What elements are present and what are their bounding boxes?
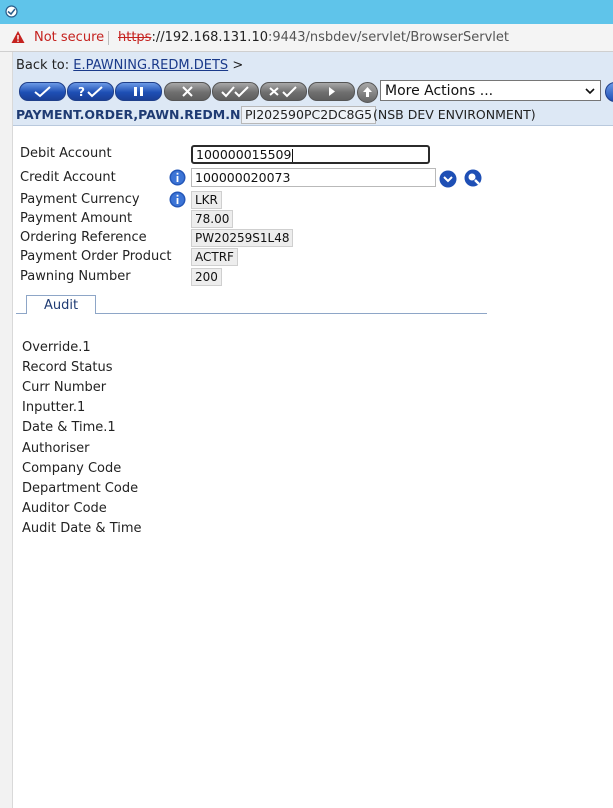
- back-to-arrow: >: [232, 58, 244, 73]
- more-actions-value: More Actions ...: [385, 83, 494, 99]
- not-secure-label[interactable]: Not secure: [34, 24, 104, 51]
- payment-order-product-label: Payment Order Product: [20, 249, 172, 264]
- audit-field-label: Auditor Code: [22, 501, 107, 516]
- audit-field-label: Department Code: [22, 481, 139, 496]
- audit-field-label: Curr Number: [22, 380, 107, 395]
- audit-field-label: Record Status: [22, 360, 113, 375]
- audit-field-label: Authoriser: [22, 441, 90, 456]
- tab-audit[interactable]: Audit: [26, 295, 96, 314]
- audit-field-label: Date & Time.1: [22, 420, 116, 435]
- address-bar[interactable]: Not secure https://192.168.131.10:9443/n…: [0, 24, 613, 52]
- dropdown-chevron-icon[interactable]: [439, 170, 457, 188]
- toolbar-area: Back to: E.PAWNING.REDM.DETS > ? More Ac…: [13, 52, 613, 126]
- delete-cross-icon: [182, 86, 193, 97]
- commit-button[interactable]: [19, 82, 66, 101]
- credit-account-value: 100000020073: [195, 170, 291, 185]
- credit-account-input[interactable]: 100000020073: [191, 168, 436, 187]
- chevron-down-icon: [585, 88, 595, 95]
- window-title-bar: [0, 0, 613, 24]
- ordering-reference-value: PW20259S1L48: [191, 229, 294, 247]
- reverse-cross-tick-icon: [269, 86, 297, 98]
- delete-button[interactable]: [164, 82, 211, 101]
- back-to-link[interactable]: E.PAWNING.REDM.DETS: [73, 58, 228, 73]
- url-text[interactable]: https://192.168.131.10:9443/nsbdev/servl…: [118, 24, 509, 51]
- more-actions-select[interactable]: More Actions ...: [380, 80, 601, 101]
- pawning-number-value: 200: [191, 268, 222, 286]
- payment-currency-value: LKR: [191, 191, 222, 209]
- application-name: PAYMENT.ORDER,PAWN.REDM.NSB: [16, 107, 259, 122]
- payment-amount-label: Payment Amount: [20, 211, 133, 226]
- debit-account-input[interactable]: 100000015509: [191, 145, 430, 164]
- authorise-double-tick-icon: [221, 86, 249, 98]
- payment-currency-label: Payment Currency: [20, 192, 140, 207]
- payment-order-product-value: ACTRF: [191, 248, 238, 266]
- audit-field-label: Override.1: [22, 340, 91, 355]
- search-magnifier-icon[interactable]: [461, 169, 485, 187]
- debit-account-label: Debit Account: [20, 146, 112, 161]
- copy-arrow-icon: [329, 87, 335, 96]
- audit-field-label: Company Code: [22, 461, 122, 476]
- credit-account-label: Credit Account: [20, 170, 116, 185]
- reverse-button[interactable]: [260, 82, 307, 101]
- debit-account-value: 100000015509: [196, 147, 292, 162]
- ordering-reference-label: Ordering Reference: [20, 230, 147, 245]
- upload-button[interactable]: [357, 82, 378, 103]
- left-gutter: [0, 52, 13, 808]
- copy-button[interactable]: [308, 82, 355, 101]
- hold-button[interactable]: [115, 82, 162, 101]
- svg-text:?: ?: [78, 85, 85, 99]
- info-icon[interactable]: [169, 169, 186, 186]
- info-icon[interactable]: [169, 191, 186, 208]
- authorise-button[interactable]: [212, 82, 259, 101]
- pawning-number-label: Pawning Number: [20, 269, 131, 284]
- validate-question-tick-icon: ?: [78, 85, 103, 99]
- record-id: PI202590PC2DC8G5: [241, 106, 377, 124]
- payment-amount-value: 78.00: [191, 210, 234, 228]
- url-host: ://192.168.131.10: [151, 30, 268, 45]
- browser-app-icon: [5, 5, 18, 18]
- upload-icon: [363, 87, 372, 97]
- hold-pause-icon: [134, 87, 143, 96]
- url-path: :9443/nsbdev/servlet/BrowserServlet: [268, 30, 510, 45]
- back-to-breadcrumb: Back to: E.PAWNING.REDM.DETS >: [16, 58, 243, 73]
- actions-go-button[interactable]: [605, 82, 613, 102]
- audit-field-label: Inputter.1: [22, 400, 86, 415]
- commit-tick-icon: [34, 86, 51, 98]
- warning-triangle-icon: [11, 31, 25, 43]
- audit-field-label: Audit Date & Time: [22, 521, 142, 536]
- back-to-label: Back to:: [16, 58, 70, 73]
- text-caret: [292, 149, 294, 162]
- validate-button[interactable]: ?: [67, 82, 114, 101]
- address-divider: [108, 31, 109, 45]
- url-scheme: https: [118, 30, 152, 45]
- environment-label: (NSB DEV ENVIRONMENT): [373, 107, 536, 122]
